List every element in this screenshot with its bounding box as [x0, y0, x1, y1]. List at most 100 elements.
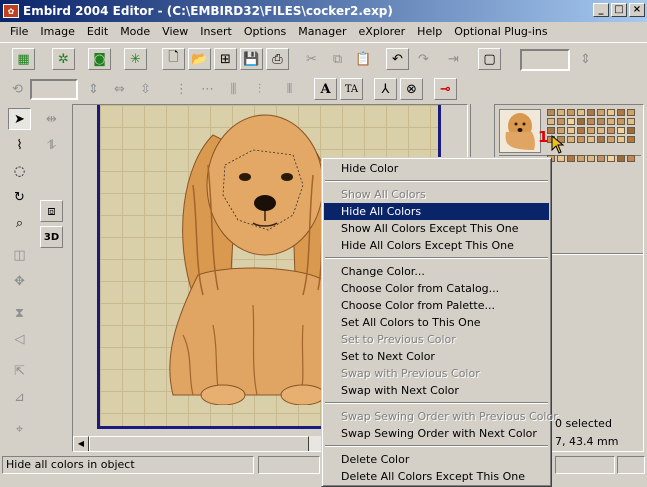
step-icon[interactable]: ⇥ [442, 48, 465, 70]
color-swatch[interactable] [577, 155, 585, 162]
align-c-icon[interactable]: ⫼ [222, 78, 245, 100]
cut-icon[interactable]: ✂ [300, 48, 323, 70]
save-icon[interactable]: 💾 [240, 48, 263, 70]
maximize-button[interactable]: □ [611, 3, 627, 17]
rotate-tool-icon[interactable]: ⟲ [6, 78, 29, 100]
wand-cross-icon[interactable]: ✳ [124, 48, 147, 70]
menu-optional-plugins[interactable]: Optional Plug-ins [448, 25, 553, 38]
color-swatch[interactable] [587, 127, 595, 134]
color-swatch[interactable] [577, 109, 585, 116]
menu-item-show-all-colors[interactable]: Show All Colors [324, 186, 549, 203]
color-swatch[interactable] [617, 109, 625, 116]
menu-item-swap-sewing-order-with-previous-color[interactable]: Swap Sewing Order with Previous Color [324, 408, 558, 425]
menu-item-choose-color-from-catalog[interactable]: Choose Color from Catalog... [324, 280, 549, 297]
key-icon[interactable]: ⊸ [434, 78, 457, 100]
color-swatch[interactable] [617, 155, 625, 162]
color-swatch[interactable] [547, 118, 555, 125]
menu-item-set-all-colors-to-this-one[interactable]: Set All Colors to This One [324, 314, 549, 331]
3d-view-icon[interactable]: 3D [40, 226, 63, 248]
object-thumbnail[interactable] [499, 109, 541, 153]
align-b-icon[interactable]: ⋯ [196, 78, 219, 100]
color-swatch[interactable] [587, 136, 595, 143]
color-swatch[interactable] [577, 136, 585, 143]
color-swatch[interactable] [627, 127, 635, 134]
color-swatch[interactable] [597, 155, 605, 162]
grid-icon[interactable]: ▦ [12, 48, 35, 70]
paste-icon[interactable]: 📋 [352, 48, 375, 70]
menu-explorer[interactable]: eXplorer [353, 25, 412, 38]
print-icon[interactable]: ⎙ [266, 48, 289, 70]
color-swatch[interactable] [587, 155, 595, 162]
scroll-left-icon[interactable]: ◀ [73, 436, 89, 451]
menu-item-swap-sewing-order-with-next-color[interactable]: Swap Sewing Order with Next Color [324, 425, 549, 442]
circle-select-icon[interactable]: ◌ [8, 160, 31, 182]
minimize-button[interactable]: _ [593, 3, 609, 17]
text-outline-icon[interactable]: TA [340, 78, 363, 100]
scroll-thumb[interactable] [89, 436, 309, 451]
rotate-icon[interactable]: ↻ [8, 186, 31, 208]
lasso-icon[interactable]: ⌇ [8, 134, 31, 156]
wand-icon[interactable]: ✲ [52, 48, 75, 70]
mirror-h-tool-icon[interactable]: ⇹ [40, 108, 63, 130]
mirror-icon[interactable]: ⧗ [8, 302, 31, 324]
color-swatch[interactable] [557, 118, 565, 125]
copy-icon[interactable]: ⧉ [326, 48, 349, 70]
close-button[interactable]: × [629, 3, 645, 17]
color-swatch[interactable] [577, 127, 585, 134]
menu-item-swap-with-next-color[interactable]: Swap with Next Color [324, 382, 549, 399]
color-swatch[interactable] [607, 127, 615, 134]
color-swatch[interactable] [567, 136, 575, 143]
center-icon[interactable]: ⌖ [8, 418, 31, 440]
connect-icon[interactable]: ⊗ [400, 78, 423, 100]
menu-image[interactable]: Image [34, 25, 80, 38]
frame-icon[interactable]: ▢ [478, 48, 501, 70]
color-swatch[interactable] [627, 109, 635, 116]
color-swatch[interactable] [607, 118, 615, 125]
color-swatch[interactable] [597, 118, 605, 125]
menu-item-change-color[interactable]: Change Color... [324, 263, 549, 280]
app-icon[interactable]: ✿ [3, 4, 19, 18]
select-arrow-icon[interactable]: ➤ [8, 108, 31, 130]
spin-icon[interactable]: ⇕ [82, 78, 105, 100]
color-swatch[interactable] [597, 109, 605, 116]
distribute-icon[interactable]: ⦀ [278, 78, 301, 100]
color-swatch[interactable] [547, 109, 555, 116]
zoom-icon[interactable]: ⌕ [8, 212, 31, 234]
menu-item-choose-color-from-palette[interactable]: Choose Color from Palette... [324, 297, 549, 314]
color-swatch[interactable] [557, 109, 565, 116]
color-swatch[interactable] [577, 118, 585, 125]
frame-tool-icon[interactable]: ⧈ [40, 200, 63, 222]
menu-item-hide-all-colors-except-this-one[interactable]: Hide All Colors Except This One [324, 237, 549, 254]
mirror-v-icon[interactable]: ⇳ [134, 78, 157, 100]
color-swatch[interactable] [607, 109, 615, 116]
shear-icon[interactable]: ⊿ [8, 386, 31, 408]
open-folder-icon[interactable]: 📂 [188, 48, 211, 70]
menu-mode[interactable]: Mode [114, 25, 156, 38]
color-swatch[interactable] [617, 136, 625, 143]
menu-item-set-to-previous-color[interactable]: Set to Previous Color [324, 331, 549, 348]
color-swatch[interactable] [597, 127, 605, 134]
node-icon[interactable]: ◫ [8, 244, 31, 266]
color-swatch[interactable] [567, 109, 575, 116]
mirror-v-tool-icon[interactable]: ⥮ [40, 134, 63, 156]
menu-file[interactable]: File [4, 25, 34, 38]
redo-icon[interactable]: ↷ [412, 48, 435, 70]
color-swatch[interactable] [627, 136, 635, 143]
value-field[interactable] [30, 79, 78, 100]
menu-manager[interactable]: Manager [292, 25, 352, 38]
mirror-h-icon[interactable]: ⇔ [108, 78, 131, 100]
skew-icon[interactable]: ◁ [8, 328, 31, 350]
menu-item-swap-with-previous-color[interactable]: Swap with Previous Color [324, 365, 549, 382]
color-swatch[interactable] [617, 118, 625, 125]
menu-item-hide-color[interactable]: Hide Color [324, 160, 549, 177]
color-swatch[interactable] [587, 118, 595, 125]
color-swatch[interactable] [627, 118, 635, 125]
color-swatch[interactable] [607, 136, 615, 143]
color-swatch[interactable] [617, 127, 625, 134]
color-swatch[interactable] [607, 155, 615, 162]
scroll-icon[interactable]: ⇕ [574, 48, 597, 70]
menu-insert[interactable]: Insert [194, 25, 238, 38]
color-swatch[interactable] [557, 127, 565, 134]
color-swatch[interactable] [567, 118, 575, 125]
color-swatch[interactable] [597, 136, 605, 143]
